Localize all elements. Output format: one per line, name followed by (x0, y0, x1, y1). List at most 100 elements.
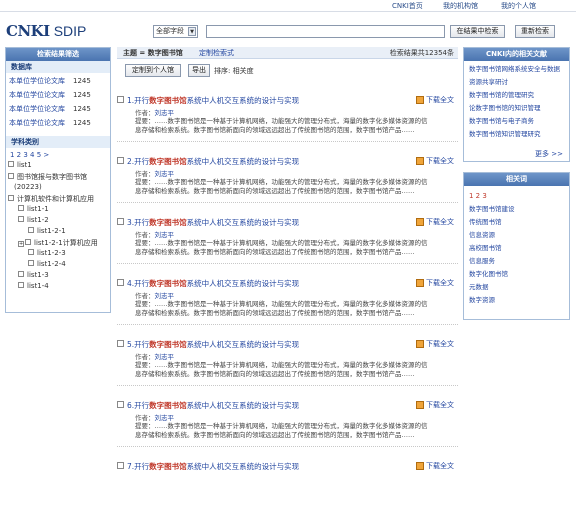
tree-label[interactable]: list1-2-1 (37, 227, 66, 235)
tree-item[interactable]: list1-2-4 (8, 260, 110, 271)
result-checkbox[interactable] (117, 157, 124, 164)
author-link[interactable]: 刘志平 (155, 414, 175, 422)
download-fulltext-link[interactable]: 下载全文 (416, 278, 454, 288)
my-personal-link[interactable]: 我的个人馆 (501, 1, 536, 11)
my-org-link[interactable]: 我的机构馆 (443, 1, 478, 11)
database-item[interactable]: 本单位学位论文库 1245 (9, 90, 110, 104)
result-title-post[interactable]: 系统中人机交互系统的设计与实现 (187, 401, 300, 410)
tree-item[interactable]: 计算机软件和计算机应用 (8, 194, 110, 205)
tree-item[interactable]: list1-4 (8, 282, 110, 293)
result-checkbox[interactable] (117, 401, 124, 408)
tree-label[interactable]: 图书馆报与数字图书馆 (17, 173, 87, 181)
related-words-pages[interactable]: 1 2 3 (464, 186, 569, 200)
cnki-home-link[interactable]: CNKI首页 (392, 1, 423, 11)
more-link[interactable]: 更多 >> (535, 149, 563, 159)
download-fulltext-link[interactable]: 下载全文 (416, 461, 454, 471)
database-name[interactable]: 本单位学位论文库 (9, 77, 65, 85)
tree-label[interactable]: list1-2-1计算机应用 (34, 239, 98, 247)
author-link[interactable]: 刘志平 (155, 292, 175, 300)
expand-icon[interactable]: + (18, 241, 24, 247)
result-title-pre[interactable]: 开行 (134, 340, 149, 349)
tree-label[interactable]: list1-2-4 (37, 260, 66, 268)
author-link[interactable]: 刘志平 (155, 109, 175, 117)
search-input[interactable] (206, 25, 445, 38)
result-title-pre[interactable]: 开行 (134, 96, 149, 105)
result-checkbox[interactable] (117, 340, 124, 347)
sort-label[interactable]: 排序: 相关度 (214, 66, 254, 76)
download-label[interactable]: 下载全文 (426, 401, 454, 409)
tree-label[interactable]: list1-4 (27, 282, 49, 290)
related-word-link[interactable]: 数字资源 (464, 294, 569, 307)
download-label[interactable]: 下载全文 (426, 340, 454, 348)
database-item[interactable]: 本单位学位论文库 1245 (9, 76, 110, 90)
tree-checkbox[interactable] (8, 195, 14, 201)
tree-label[interactable]: 计算机软件和计算机应用 (17, 195, 94, 203)
tree-item[interactable]: 图书馆报与数字图书馆 (8, 172, 110, 183)
related-doc-link[interactable]: 数字图书馆的管理研究 (464, 89, 569, 102)
result-title-pre[interactable]: 开行 (134, 218, 149, 227)
tree-checkbox[interactable] (18, 282, 24, 288)
related-word-link[interactable]: 信息资源 (464, 229, 569, 242)
author-link[interactable]: 刘志平 (155, 231, 175, 239)
result-title[interactable]: 7.开行数字图书馆系统中人机交互系统的设计与实现 (127, 461, 299, 472)
author-link[interactable]: 刘志平 (155, 170, 175, 178)
result-title[interactable]: 1.开行数字图书馆系统中人机交互系统的设计与实现 (127, 95, 299, 106)
tree-checkbox[interactable] (28, 227, 34, 233)
save-to-personal-button[interactable]: 定制到个人馆 (125, 64, 181, 77)
download-label[interactable]: 下载全文 (426, 157, 454, 165)
related-word-link[interactable]: 数字化图书馆 (464, 268, 569, 281)
download-label[interactable]: 下载全文 (426, 462, 454, 470)
database-item[interactable]: 本单位学位论文库 1245 (9, 118, 110, 132)
download-fulltext-link[interactable]: 下载全文 (416, 400, 454, 410)
result-checkbox[interactable] (117, 218, 124, 225)
result-title-highlight[interactable]: 数字图书馆 (149, 96, 187, 105)
result-title-post[interactable]: 系统中人机交互系统的设计与实现 (187, 462, 300, 471)
tree-item[interactable]: list1-2-1 (8, 227, 110, 238)
tree-label[interactable]: list1-1 (27, 205, 49, 213)
tree-item[interactable]: list1-3 (8, 271, 110, 282)
result-title[interactable]: 6.开行数字图书馆系统中人机交互系统的设计与实现 (127, 400, 299, 411)
result-title-post[interactable]: 系统中人机交互系统的设计与实现 (187, 279, 300, 288)
new-search-button[interactable]: 重新检索 (515, 25, 555, 38)
related-doc-link[interactable]: 资源共享研讨 (464, 76, 569, 89)
related-word-link[interactable]: 信息服务 (464, 255, 569, 268)
result-checkbox[interactable] (117, 96, 124, 103)
database-name[interactable]: 本单位学位论文库 (9, 119, 65, 127)
chevron-down-icon[interactable]: ▼ (188, 27, 196, 36)
tree-checkbox[interactable] (25, 239, 31, 245)
search-field-select[interactable]: 全部字段 ▼ (153, 25, 198, 38)
database-name[interactable]: 本单位学位论文库 (9, 105, 65, 113)
related-doc-link[interactable]: 数字图书馆网络系统安全与数据 (464, 63, 569, 76)
related-word-link[interactable]: 高校图书馆 (464, 242, 569, 255)
tree-checkbox[interactable] (18, 216, 24, 222)
result-title-highlight[interactable]: 数字图书馆 (149, 340, 187, 349)
result-title-highlight[interactable]: 数字图书馆 (149, 401, 187, 410)
custom-query-link[interactable]: 定制检索式 (199, 49, 234, 57)
tree-item[interactable]: list1-1 (8, 205, 110, 216)
result-title-pre[interactable]: 开行 (134, 401, 149, 410)
tree-checkbox[interactable] (18, 271, 24, 277)
tree-item[interactable]: + list1-2-1计算机应用 (8, 238, 110, 249)
related-word-link[interactable]: 元数据 (464, 281, 569, 294)
subject-pages[interactable]: 1 2 3 4 5 > (6, 148, 110, 159)
tree-item[interactable]: list1-2-3 (8, 249, 110, 260)
download-label[interactable]: 下载全文 (426, 96, 454, 104)
result-title-post[interactable]: 系统中人机交互系统的设计与实现 (187, 340, 300, 349)
result-title[interactable]: 2.开行数字图书馆系统中人机交互系统的设计与实现 (127, 156, 299, 167)
result-title-post[interactable]: 系统中人机交互系统的设计与实现 (187, 96, 300, 105)
tree-checkbox[interactable] (8, 173, 14, 179)
database-item[interactable]: 本单位学位论文库 1245 (9, 104, 110, 118)
tree-checkbox[interactable] (28, 249, 34, 255)
result-title[interactable]: 3.开行数字图书馆系统中人机交互系统的设计与实现 (127, 217, 299, 228)
result-title-highlight[interactable]: 数字图书馆 (149, 157, 187, 166)
related-word-link[interactable]: 数字图书馆建设 (464, 203, 569, 216)
result-title-pre[interactable]: 开行 (134, 279, 149, 288)
tree-checkbox[interactable] (8, 161, 14, 167)
database-name[interactable]: 本单位学位论文库 (9, 91, 65, 99)
search-within-button[interactable]: 在结果中检索 (450, 25, 505, 38)
related-word-link[interactable]: 传统图书馆 (464, 216, 569, 229)
related-doc-link[interactable]: 论数字图书馆的知识管理 (464, 102, 569, 115)
tree-checkbox[interactable] (18, 205, 24, 211)
download-fulltext-link[interactable]: 下载全文 (416, 217, 454, 227)
result-title-highlight[interactable]: 数字图书馆 (149, 279, 187, 288)
